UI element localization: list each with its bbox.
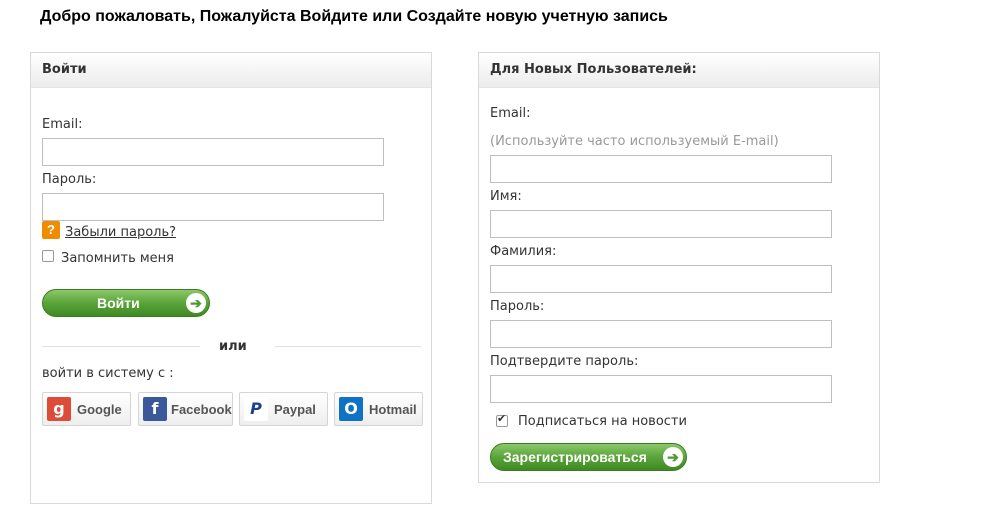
- subscribe-checkbox[interactable]: [496, 412, 508, 427]
- register-header: Для Новых Пользователей:: [479, 53, 879, 88]
- remember-me-checkbox[interactable]: [42, 250, 54, 262]
- first-name-input[interactable]: [490, 210, 832, 238]
- login-button-label: Войти: [97, 295, 140, 311]
- or-text: или: [219, 339, 247, 354]
- paypal-login-button[interactable]: P Paypal: [239, 392, 328, 426]
- subscribe-label: Подписаться на новости: [518, 414, 687, 429]
- register-password-label: Пароль:: [490, 299, 545, 314]
- last-name-label: Фамилия:: [490, 244, 557, 259]
- register-email-label: Email:: [490, 106, 531, 121]
- google-icon: g: [47, 397, 71, 421]
- login-email-label: Email:: [42, 117, 83, 132]
- login-panel: Войти Email: Пароль: ? Забыли пароль? За…: [30, 52, 432, 504]
- remember-me-label: Запомнить меня: [61, 251, 175, 266]
- register-button-label: Зарегистрироваться: [503, 449, 647, 465]
- register-email-input[interactable]: [490, 155, 832, 183]
- social-login-prompt: войти в систему с :: [42, 366, 174, 381]
- register-password-input[interactable]: [490, 320, 832, 348]
- facebook-login-button[interactable]: f Facebook: [138, 392, 233, 426]
- paypal-label: Paypal: [274, 402, 316, 417]
- hotmail-login-button[interactable]: O Hotmail: [334, 392, 423, 426]
- google-label: Google: [77, 402, 122, 417]
- register-email-hint: (Используйте часто используемый E-mail): [490, 134, 779, 149]
- arrow-right-icon: ➔: [663, 447, 683, 467]
- last-name-input[interactable]: [490, 265, 832, 293]
- login-button[interactable]: Войти ➔: [42, 289, 210, 317]
- login-password-label: Пароль:: [42, 172, 97, 187]
- facebook-icon: f: [143, 397, 167, 421]
- hotmail-icon: O: [339, 397, 363, 421]
- page-title: Добро пожаловать, Пожалуйста Войдите или…: [40, 8, 668, 25]
- confirm-password-input[interactable]: [490, 375, 832, 403]
- facebook-label: Facebook: [171, 402, 232, 417]
- google-login-button[interactable]: g Google: [42, 392, 131, 426]
- first-name-label: Имя:: [490, 189, 522, 204]
- arrow-right-icon: ➔: [186, 293, 206, 313]
- divider-right: [275, 346, 421, 347]
- login-email-input[interactable]: [42, 138, 384, 166]
- hotmail-label: Hotmail: [369, 402, 417, 417]
- login-password-input[interactable]: [42, 193, 384, 221]
- register-panel: Для Новых Пользователей: Email: (Использ…: [478, 52, 880, 483]
- login-header: Войти: [31, 53, 431, 88]
- divider-left: [42, 346, 200, 347]
- paypal-icon: P: [244, 397, 268, 421]
- confirm-password-label: Подтвердите пароль:: [490, 354, 639, 369]
- question-icon: ?: [42, 221, 60, 239]
- forgot-password-link[interactable]: Забыли пароль?: [65, 225, 176, 240]
- register-button[interactable]: Зарегистрироваться ➔: [490, 443, 687, 471]
